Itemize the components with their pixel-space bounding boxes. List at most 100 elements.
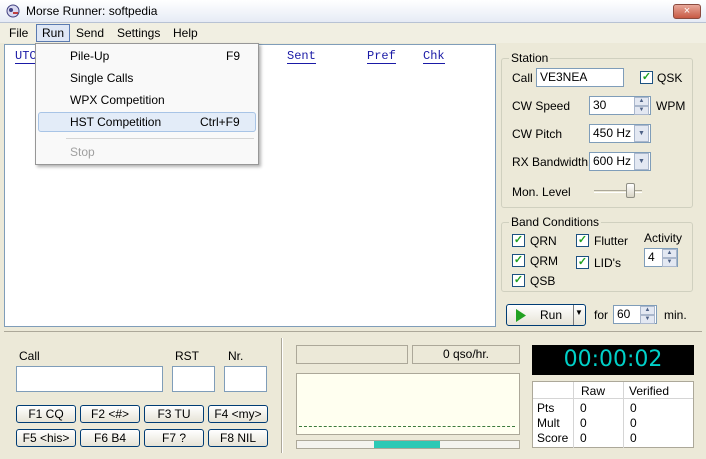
entry-nr-label: Nr.	[228, 349, 244, 363]
score-col-divider-1	[573, 382, 574, 448]
clock-display: 00:00:02	[532, 345, 694, 375]
qsb-checkbox[interactable]: ✓	[512, 274, 525, 287]
f4-my-button[interactable]: F4 <my>	[208, 405, 268, 423]
scope-trace	[299, 426, 515, 427]
signal-level-bar	[374, 441, 440, 448]
f2-number-button[interactable]: F2 <#>	[80, 405, 140, 423]
minutes-down-icon[interactable]: ▼	[640, 315, 655, 324]
score-row-raw: 0	[580, 416, 587, 430]
panel-divider	[4, 331, 702, 332]
menu-item-shortcut: F9	[226, 49, 241, 63]
menu-item-shortcut: Ctrl+F9	[200, 115, 240, 129]
menu-item-single-calls[interactable]: Single Calls	[38, 68, 256, 88]
play-icon	[516, 309, 526, 322]
cw-speed-down-icon[interactable]: ▼	[634, 106, 649, 115]
f7-question-button[interactable]: F7 ?	[144, 429, 204, 447]
activity-up-icon[interactable]: ▲	[662, 249, 677, 258]
score-table: Raw Verified Pts 0 0 Mult 0 0 Score 0 0	[532, 381, 694, 448]
menu-separator	[66, 138, 254, 139]
call-label: Call	[512, 71, 533, 85]
wpm-label: WPM	[656, 99, 686, 113]
menu-item-label: Stop	[70, 145, 95, 159]
score-header-divider	[533, 398, 693, 399]
entry-nr-input[interactable]	[224, 366, 267, 392]
entry-call-label: Call	[19, 349, 40, 363]
cw-speed-up-icon[interactable]: ▲	[634, 97, 649, 106]
band-conditions-title: Band Conditions	[509, 215, 602, 229]
menu-help[interactable]: Help	[168, 24, 203, 42]
lids-checkbox[interactable]: ✓	[576, 256, 589, 269]
score-row-verified: 0	[630, 401, 637, 415]
menu-run[interactable]: Run	[36, 24, 71, 42]
station-title: Station	[509, 51, 551, 65]
score-row-raw: 0	[580, 401, 587, 415]
menu-item-stop[interactable]: Stop	[38, 142, 256, 162]
menu-item-hst-competition[interactable]: HST Competition Ctrl+F9	[38, 112, 256, 132]
qrm-label: QRM	[530, 254, 558, 268]
minutes-up-icon[interactable]: ▲	[640, 306, 655, 315]
f1-cq-button[interactable]: F1 CQ	[16, 405, 76, 423]
qsb-label: QSB	[530, 274, 556, 288]
station-call-input[interactable]: VE3NEA	[536, 68, 624, 87]
score-row-verified: 0	[630, 416, 637, 430]
window-title: Morse Runner: softpedia	[26, 4, 158, 18]
run-dropdown-icon[interactable]: ▼	[575, 308, 583, 317]
log-col-pref: Pref	[367, 49, 396, 64]
status-panel	[296, 345, 408, 364]
entry-call-input[interactable]	[16, 366, 163, 392]
qrm-checkbox[interactable]: ✓	[512, 254, 525, 267]
f5-his-button[interactable]: F5 <his>	[16, 429, 76, 447]
signal-scope	[296, 373, 520, 435]
menu-send[interactable]: Send	[71, 24, 109, 42]
mon-level-slider[interactable]	[626, 183, 635, 198]
qsk-checkbox[interactable]: ✓	[640, 71, 653, 84]
menu-settings[interactable]: Settings	[112, 24, 165, 42]
score-header-raw: Raw	[581, 384, 606, 398]
menu-file[interactable]: File	[4, 24, 33, 42]
rx-bandwidth-dropdown-icon[interactable]: ▼	[634, 153, 649, 170]
mon-level-label: Mon. Level	[512, 185, 571, 199]
score-col-divider-2	[623, 382, 624, 448]
menu-item-label: Pile-Up	[70, 49, 110, 63]
run-menu-dropdown: Pile-Up F9 Single Calls WPX Competition …	[35, 43, 259, 165]
f3-tu-button[interactable]: F3 TU	[144, 405, 204, 423]
menu-bar: File Run Send Settings Help	[0, 23, 706, 43]
score-row-label: Mult	[537, 416, 560, 430]
menu-item-label: Single Calls	[70, 71, 134, 85]
rate-display: 0 qso/hr.	[412, 345, 520, 364]
qrn-label: QRN	[530, 234, 557, 248]
f6-b4-button[interactable]: F6 B4	[80, 429, 140, 447]
cw-pitch-label: CW Pitch	[512, 127, 563, 141]
score-row-verified: 0	[630, 431, 637, 445]
menu-item-pile-up[interactable]: Pile-Up F9	[38, 46, 256, 66]
title-bar: Morse Runner: softpedia ×	[0, 0, 706, 23]
menu-item-wpx-competition[interactable]: WPX Competition	[38, 90, 256, 110]
menu-item-label: HST Competition	[70, 115, 162, 129]
score-row-label: Pts	[537, 401, 555, 415]
flutter-checkbox[interactable]: ✓	[576, 234, 589, 247]
entry-rst-label: RST	[175, 349, 199, 363]
f8-nil-button[interactable]: F8 NIL	[208, 429, 268, 447]
score-header-verified: Verified	[629, 384, 670, 398]
rx-bandwidth-label: RX Bandwidth	[512, 155, 589, 169]
bottom-separator	[281, 338, 283, 453]
cw-speed-label: CW Speed	[512, 99, 571, 113]
activity-down-icon[interactable]: ▼	[662, 258, 677, 267]
app-icon	[6, 4, 20, 18]
score-row-raw: 0	[580, 431, 587, 445]
run-button[interactable]: Run ▼	[506, 304, 586, 326]
close-button[interactable]: ×	[673, 4, 701, 19]
log-col-chk: Chk	[423, 49, 445, 64]
min-label: min.	[664, 308, 687, 322]
activity-label: Activity	[644, 231, 683, 245]
qrn-checkbox[interactable]: ✓	[512, 234, 525, 247]
log-col-utc: UTC	[15, 49, 37, 64]
entry-rst-input[interactable]	[172, 366, 215, 392]
for-label: for	[594, 308, 609, 322]
run-button-label: Run	[540, 308, 563, 322]
cw-pitch-dropdown-icon[interactable]: ▼	[634, 125, 649, 142]
lids-label: LID's	[594, 256, 621, 270]
qsk-label: QSK	[657, 71, 683, 85]
menu-item-label: WPX Competition	[70, 93, 165, 107]
flutter-label: Flutter	[594, 234, 629, 248]
